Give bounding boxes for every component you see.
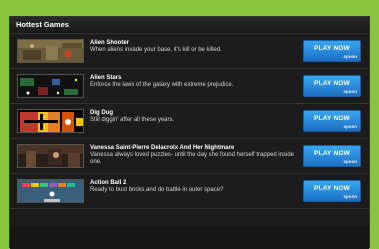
play-now-label: PLAY NOW: [314, 150, 350, 157]
panel-title: Hottest Games: [10, 17, 369, 34]
list-item: Vanessa Saint-Pierre Delacroix And Her N…: [10, 139, 369, 174]
game-thumbnail-action-ball-2[interactable]: [17, 179, 84, 203]
play-now-button[interactable]: PLAY NOW spoon: [303, 145, 361, 167]
hottest-games-panel: Hottest Games Alien Shooter When aliens …: [9, 16, 370, 249]
alien-stars-image: [18, 75, 83, 97]
game-description: Vanessa always loved puzzles- until the …: [90, 152, 295, 165]
play-now-label: PLAY NOW: [314, 80, 350, 87]
list-item: Dig Dug Still diggin' after all these ye…: [10, 104, 369, 139]
play-now-button[interactable]: PLAY NOW spoon: [303, 110, 361, 132]
spoon-logo: spoon: [343, 89, 358, 94]
game-description: Ready to bust bricks and do battle in ou…: [90, 187, 224, 193]
list-item: Alien Stars Enforce the laws of the gala…: [10, 69, 369, 104]
alien-shooter-image: [18, 40, 83, 62]
play-now-label: PLAY NOW: [314, 45, 350, 52]
game-thumbnail-alien-shooter[interactable]: [17, 39, 84, 63]
game-title[interactable]: Alien Shooter: [90, 40, 295, 47]
action-ball-2-image: [18, 180, 83, 202]
game-title[interactable]: Alien Stars: [90, 75, 295, 82]
game-description: Still diggin' after all these years.: [90, 117, 175, 123]
spoon-logo: spoon: [343, 159, 358, 164]
play-now-button[interactable]: PLAY NOW spoon: [303, 40, 361, 62]
vanessa-image: [18, 145, 83, 167]
play-now-button[interactable]: PLAY NOW spoon: [303, 75, 361, 97]
panel-footer: [10, 226, 369, 249]
spoon-logo: spoon: [343, 194, 358, 199]
game-title[interactable]: Action Ball 2: [90, 180, 295, 187]
game-description: Enforce the laws of the galaxy with extr…: [90, 82, 234, 88]
list-item: Alien Shooter When aliens invade your ba…: [10, 34, 369, 69]
list-item: Action Ball 2 Ready to bust bricks and d…: [10, 174, 369, 209]
dig-dug-image: [18, 110, 83, 132]
play-now-button[interactable]: PLAY NOW spoon: [303, 180, 361, 202]
game-thumbnail-alien-stars[interactable]: [17, 74, 84, 98]
game-title[interactable]: Vanessa Saint-Pierre Delacroix And Her N…: [90, 145, 295, 152]
game-thumbnail-vanessa[interactable]: [17, 144, 84, 168]
game-title[interactable]: Dig Dug: [90, 110, 295, 117]
spoon-logo: spoon: [343, 54, 358, 59]
game-thumbnail-dig-dug[interactable]: [17, 109, 84, 133]
play-now-label: PLAY NOW: [314, 115, 350, 122]
spoon-logo: spoon: [343, 124, 358, 129]
games-list: Alien Shooter When aliens invade your ba…: [10, 34, 369, 209]
play-now-label: PLAY NOW: [314, 185, 350, 192]
game-description: When aliens invade your base, it's kill …: [90, 47, 222, 53]
